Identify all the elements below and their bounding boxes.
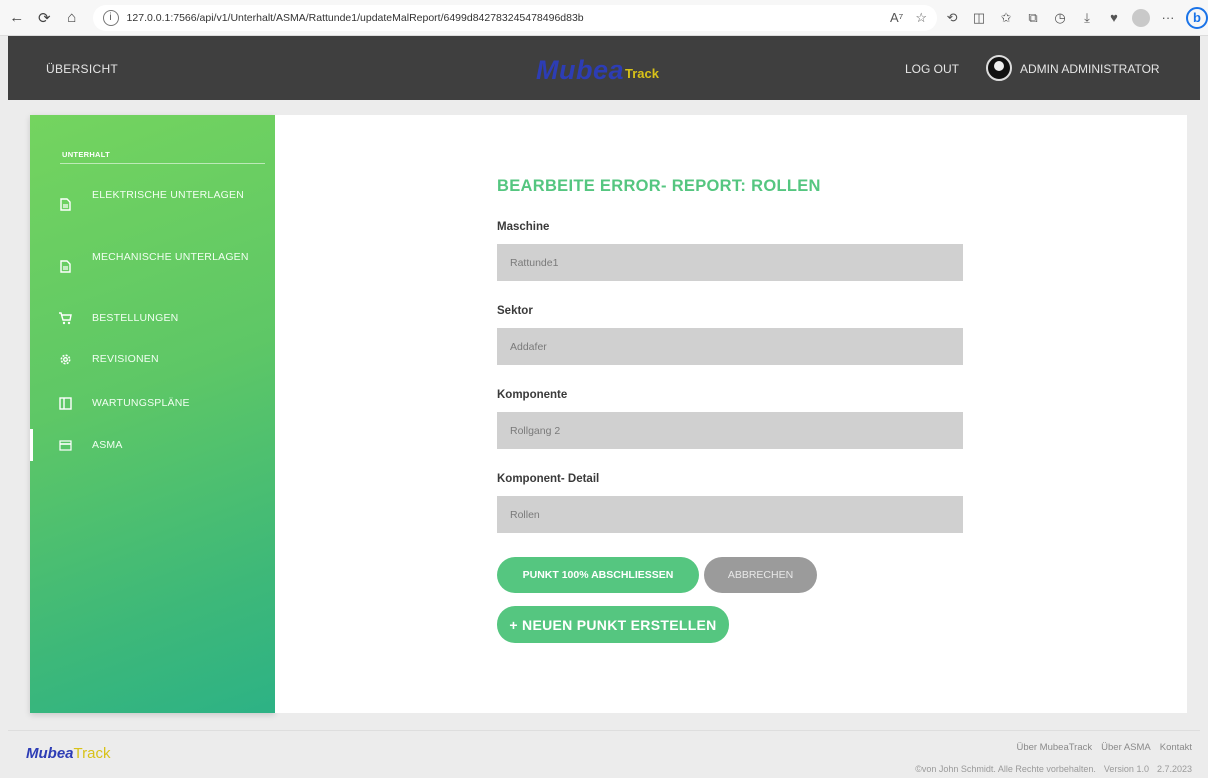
extensions-icon[interactable]: ⟲ bbox=[943, 10, 961, 26]
card-icon bbox=[58, 438, 72, 452]
version-text: Version 1.0 bbox=[1103, 764, 1149, 774]
komponent-detail-field[interactable]: Rollen bbox=[497, 496, 963, 533]
bing-icon[interactable]: b bbox=[1186, 6, 1208, 29]
complete-point-button[interactable]: PUNKT 100% ABSCHLIESSEN bbox=[497, 557, 699, 593]
app-logo[interactable]: Mubea Track bbox=[536, 50, 659, 86]
main-content: BEARBEITE ERROR- REPORT: ROLLEN Maschine… bbox=[275, 115, 1187, 713]
gear-icon bbox=[58, 352, 72, 366]
home-icon[interactable]: ⌂ bbox=[61, 6, 83, 30]
address-bar[interactable]: i 127.0.0.1:7566/api/v1/Unterhalt/ASMA/R… bbox=[92, 4, 938, 31]
profile-avatar[interactable] bbox=[1132, 8, 1151, 27]
footer-link-contact[interactable]: Kontakt bbox=[1160, 742, 1192, 753]
user-avatar[interactable] bbox=[986, 55, 1012, 81]
favorites-icon[interactable]: ✩ bbox=[997, 10, 1015, 26]
sidebar-item-elektrische-unterlagen[interactable]: ELEKTRISCHE UNTERLAGEN bbox=[30, 187, 275, 221]
sidebar-item-label: ASMA bbox=[92, 439, 123, 451]
copyright-text: ©von John Schmidt. Alle Rechte vorbehalt… bbox=[915, 764, 1096, 774]
sidebar: UNTERHALT ELEKTRISCHE UNTERLAGEN MECHANI… bbox=[30, 115, 275, 713]
sektor-field[interactable]: Addafer bbox=[497, 328, 963, 365]
download-icon[interactable]: ⤓ bbox=[1078, 10, 1096, 26]
page-title: BEARBEITE ERROR- REPORT: ROLLEN bbox=[497, 177, 821, 195]
logo-main-text: Mubea bbox=[536, 55, 625, 85]
footer-link-about-asma[interactable]: Über ASMA bbox=[1101, 742, 1151, 753]
footer-copyright: ©von John Schmidt. Alle Rechte vorbehalt… bbox=[915, 764, 1192, 774]
sidebar-item-wartungsplaene[interactable]: WARTUNGSPLÄNE bbox=[30, 395, 275, 413]
sidebar-item-asma[interactable]: ASMA bbox=[30, 437, 275, 455]
app-header: ÜBERSICHT Mubea Track LOG OUT ADMIN ADMI… bbox=[8, 36, 1200, 100]
sidebar-item-label: MECHANISCHE UNTERLAGEN bbox=[92, 251, 249, 263]
favorite-star-icon[interactable]: ☆ bbox=[915, 10, 927, 26]
logout-link[interactable]: LOG OUT bbox=[905, 62, 959, 76]
sidebar-item-mechanische-unterlagen[interactable]: MECHANISCHE UNTERLAGEN bbox=[30, 249, 275, 283]
footer: MubeaTrack Über MubeaTrack Über ASMA Kon… bbox=[8, 730, 1200, 778]
footer-logo[interactable]: MubeaTrack bbox=[26, 745, 110, 762]
footer-logo-main: Mubea bbox=[26, 745, 74, 762]
sidebar-divider bbox=[60, 163, 265, 164]
komponente-label: Komponente bbox=[497, 389, 568, 401]
read-aloud-icon[interactable]: A⁷ bbox=[890, 10, 903, 26]
maschine-label: Maschine bbox=[497, 221, 550, 233]
maschine-field[interactable]: Rattunde1 bbox=[497, 244, 963, 281]
sidebar-item-label: BESTELLUNGEN bbox=[92, 312, 179, 324]
footer-links: Über MubeaTrack Über ASMA Kontakt bbox=[1016, 742, 1192, 753]
footer-link-about-mubeatrack[interactable]: Über MubeaTrack bbox=[1016, 742, 1092, 753]
reload-icon[interactable]: ⟳ bbox=[34, 6, 56, 30]
collections-icon[interactable]: ⧉ bbox=[1024, 10, 1042, 26]
komponente-field[interactable]: Rollgang 2 bbox=[497, 412, 963, 449]
performance-icon[interactable]: ♥ bbox=[1105, 10, 1123, 25]
komponent-detail-label: Komponent- Detail bbox=[497, 473, 600, 485]
sidebar-item-bestellungen[interactable]: BESTELLUNGEN bbox=[30, 310, 275, 328]
sidebar-heading: UNTERHALT bbox=[62, 150, 110, 159]
url-text[interactable]: 127.0.0.1:7566/api/v1/Unterhalt/ASMA/Rat… bbox=[127, 12, 882, 24]
sidebar-item-revisionen[interactable]: REVISIONEN bbox=[30, 351, 275, 369]
document-icon bbox=[58, 197, 72, 211]
history-icon[interactable]: ◷ bbox=[1051, 10, 1069, 26]
sidebar-item-label: REVISIONEN bbox=[92, 353, 159, 365]
sektor-label: Sektor bbox=[497, 305, 533, 317]
columns-icon bbox=[58, 396, 72, 410]
footer-logo-sub: Track bbox=[73, 745, 111, 762]
split-screen-icon[interactable]: ◫ bbox=[970, 10, 988, 26]
site-info-icon[interactable]: i bbox=[102, 9, 119, 26]
create-new-point-button[interactable]: + NEUEN PUNKT ERSTELLEN bbox=[497, 606, 729, 643]
user-name[interactable]: ADMIN ADMINISTRATOR bbox=[1020, 62, 1160, 76]
browser-toolbar: ← ⟳ ⌂ i 127.0.0.1:7566/api/v1/Unterhalt/… bbox=[0, 0, 1208, 36]
more-menu-icon[interactable]: ··· bbox=[1159, 10, 1177, 25]
back-icon[interactable]: ← bbox=[6, 6, 28, 30]
logo-sub-text: Track bbox=[625, 66, 659, 81]
date-text: 2.7.2023 bbox=[1156, 764, 1192, 774]
cart-icon bbox=[58, 311, 72, 325]
document-icon bbox=[58, 259, 72, 273]
cancel-button[interactable]: ABBRECHEN bbox=[704, 557, 817, 593]
sidebar-item-label: ELEKTRISCHE UNTERLAGEN bbox=[92, 189, 245, 201]
sidebar-item-label: WARTUNGSPLÄNE bbox=[92, 397, 190, 409]
nav-overview-link[interactable]: ÜBERSICHT bbox=[46, 62, 118, 76]
